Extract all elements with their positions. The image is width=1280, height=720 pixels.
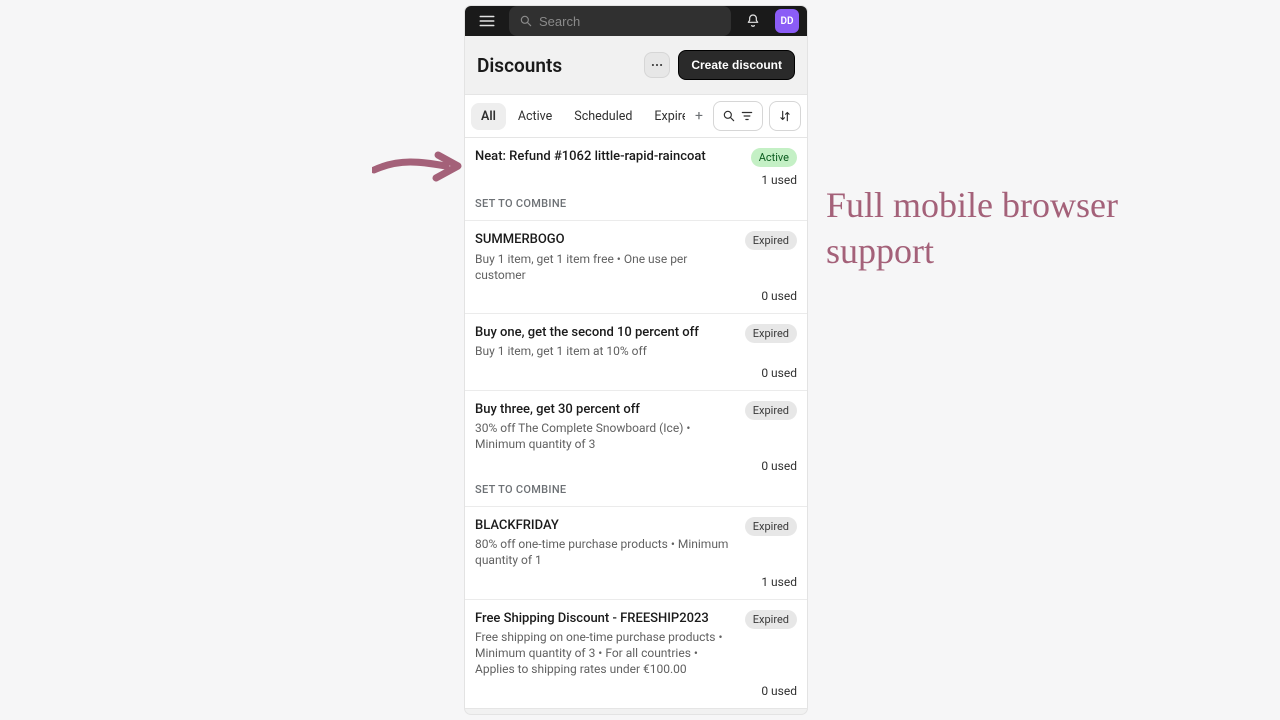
discount-used-count: 1 used	[475, 173, 797, 187]
discount-description: Free shipping on one-time purchase produ…	[475, 629, 737, 678]
discount-title: Buy three, get 30 percent off	[475, 401, 737, 419]
avatar[interactable]: DD	[775, 9, 799, 33]
discount-used-count: 0 used	[475, 459, 797, 473]
sort-button[interactable]	[769, 101, 801, 131]
discount-description: Buy 1 item, get 1 item free • One use pe…	[475, 251, 737, 283]
search-field[interactable]	[509, 6, 731, 36]
discount-title: SUMMERBOGO	[475, 231, 737, 249]
discount-row[interactable]: Buy one, get the second 10 percent offBu…	[465, 314, 807, 391]
marketing-caption: Full mobile browser support	[826, 182, 1146, 274]
search-icon	[519, 14, 533, 28]
discount-description: Buy 1 item, get 1 item at 10% off	[475, 343, 737, 359]
search-icon	[722, 109, 736, 123]
discount-used-count: 1 used	[475, 575, 797, 589]
discount-row[interactable]: Neat: Refund #1062 little-rapid-raincoat…	[465, 138, 807, 221]
learn-more: Learn more about discounts	[465, 709, 807, 714]
discount-title: Neat: Refund #1062 little-rapid-raincoat	[475, 148, 743, 166]
combine-label: SET TO COMBINE	[475, 197, 797, 210]
discount-row[interactable]: Buy three, get 30 percent off30% off The…	[465, 391, 807, 507]
discount-row[interactable]: BLACKFRIDAY80% off one-time purchase pro…	[465, 507, 807, 600]
filter-icon	[740, 109, 754, 123]
tab-all[interactable]: All	[471, 103, 506, 130]
search-filter-button[interactable]	[713, 101, 763, 131]
more-actions-button[interactable]	[644, 52, 670, 78]
discount-row[interactable]: SUMMERBOGO Buy 1 item, get 1 item free • …	[465, 221, 807, 314]
page-title: Discounts	[477, 54, 562, 77]
sort-icon	[778, 109, 792, 123]
discount-used-count: 0 used	[475, 289, 797, 303]
discount-description: 80% off one-time purchase products • Min…	[475, 536, 737, 568]
status-badge: Expired	[745, 610, 797, 629]
status-badge: Expired	[745, 324, 797, 343]
discount-description: 30% off The Complete Snowboard (Ice) • M…	[475, 420, 737, 452]
discount-used-count: 0 used	[475, 684, 797, 698]
tab-active[interactable]: Active	[508, 103, 562, 130]
tabs-row: AllActiveScheduledExpired +	[465, 95, 807, 138]
create-discount-button[interactable]: Create discount	[678, 50, 795, 80]
discount-row[interactable]: Free Shipping Discount - FREESHIP2023Fre…	[465, 600, 807, 708]
callout-arrow-icon	[372, 148, 464, 186]
tab-scheduled[interactable]: Scheduled	[564, 103, 642, 130]
tab-expired[interactable]: Expired	[644, 103, 685, 130]
status-badge: Expired	[745, 231, 797, 250]
notifications-button[interactable]	[739, 7, 767, 35]
status-badge: Active	[751, 148, 797, 167]
app-bar: DD	[465, 6, 807, 36]
menu-button[interactable]	[473, 7, 501, 35]
discounts-list: AllActiveScheduledExpired + Neat: Refund…	[465, 94, 807, 709]
mobile-frame: DD Discounts Create discount AllActiveSc…	[465, 6, 807, 714]
add-tab-button[interactable]: +	[689, 104, 709, 128]
page-header: Discounts Create discount	[465, 36, 807, 94]
bell-icon	[745, 13, 761, 29]
hamburger-icon	[478, 12, 496, 30]
ellipsis-icon	[650, 58, 664, 72]
combine-label: SET TO COMBINE	[475, 483, 797, 496]
discount-title: Free Shipping Discount - FREESHIP2023	[475, 610, 737, 628]
search-input[interactable]	[539, 14, 721, 29]
status-badge: Expired	[745, 517, 797, 536]
discount-title: Buy one, get the second 10 percent off	[475, 324, 737, 342]
discount-title: BLACKFRIDAY	[475, 517, 737, 535]
status-badge: Expired	[745, 401, 797, 420]
discount-used-count: 0 used	[475, 366, 797, 380]
